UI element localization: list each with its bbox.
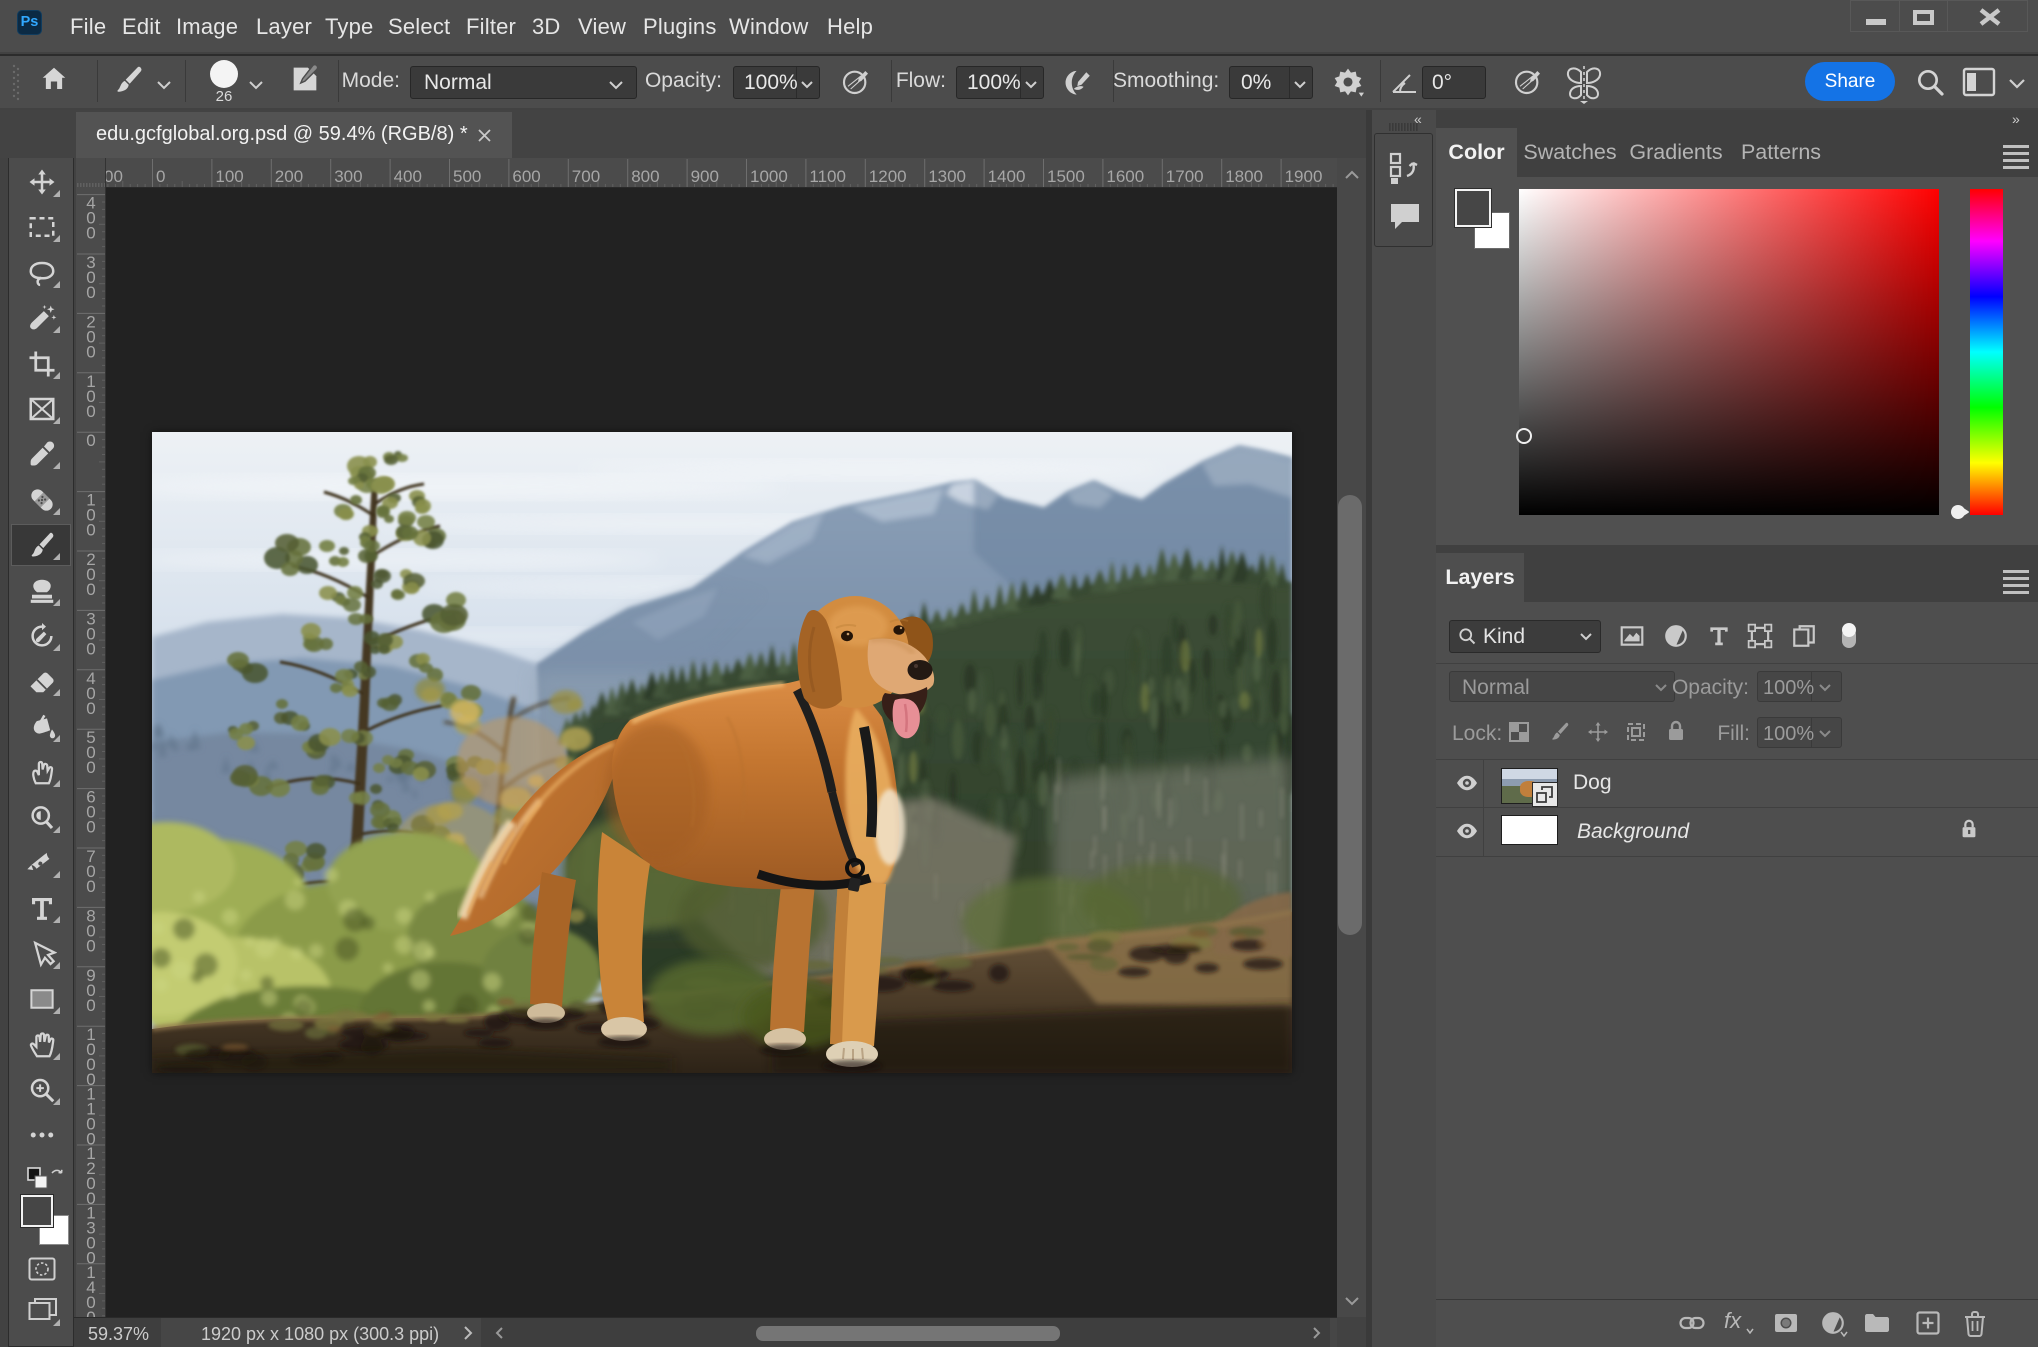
svg-text:1800: 1800 — [1225, 167, 1263, 186]
svg-text:0: 0 — [86, 402, 95, 421]
svg-text:300: 300 — [334, 167, 362, 186]
svg-text:1000: 1000 — [750, 167, 788, 186]
svg-text:100: 100 — [215, 167, 243, 186]
svg-text:200: 200 — [275, 167, 303, 186]
svg-text:0: 0 — [156, 167, 165, 186]
svg-text:0: 0 — [86, 936, 95, 955]
svg-text:700: 700 — [572, 167, 600, 186]
svg-text:0: 0 — [86, 877, 95, 896]
svg-text:600: 600 — [512, 167, 540, 186]
svg-text:1300: 1300 — [928, 167, 966, 186]
svg-text:900: 900 — [691, 167, 719, 186]
svg-text:0: 0 — [86, 283, 95, 302]
svg-text:400: 400 — [394, 167, 422, 186]
svg-text:1200: 1200 — [869, 167, 907, 186]
svg-text:1700: 1700 — [1166, 167, 1204, 186]
svg-text:0: 0 — [86, 818, 95, 837]
svg-text:1900: 1900 — [1285, 167, 1323, 186]
svg-text:1100: 1100 — [809, 167, 846, 186]
svg-text:0: 0 — [86, 996, 95, 1015]
svg-text:1500: 1500 — [1047, 167, 1085, 186]
svg-text:0: 0 — [86, 342, 95, 361]
svg-text:0: 0 — [86, 224, 95, 243]
svg-text:00: 00 — [104, 167, 123, 186]
svg-text:1600: 1600 — [1106, 167, 1144, 186]
svg-text:0: 0 — [86, 639, 95, 658]
svg-text:500: 500 — [453, 167, 481, 186]
svg-text:0: 0 — [86, 521, 95, 540]
svg-text:0: 0 — [86, 758, 95, 777]
svg-text:0: 0 — [86, 699, 95, 718]
svg-text:800: 800 — [631, 167, 659, 186]
svg-text:0: 0 — [86, 431, 95, 450]
svg-text:0: 0 — [86, 1308, 95, 1317]
svg-text:0: 0 — [86, 580, 95, 599]
svg-text:1400: 1400 — [988, 167, 1026, 186]
